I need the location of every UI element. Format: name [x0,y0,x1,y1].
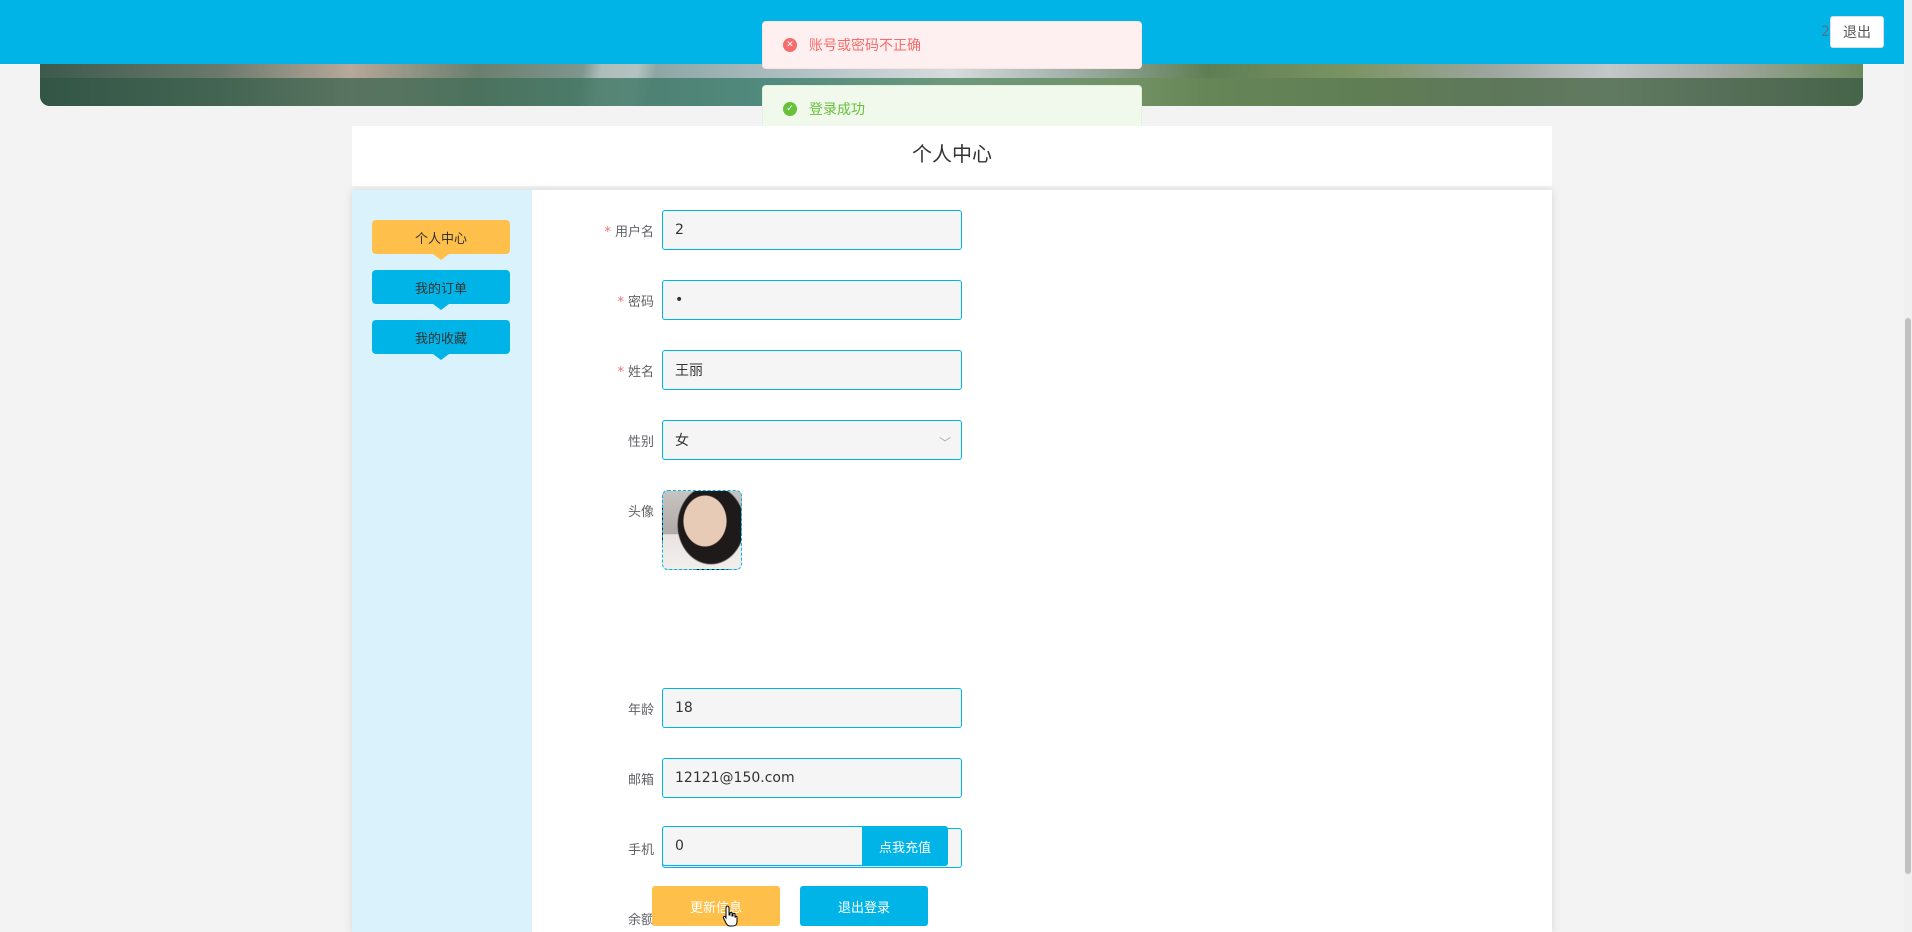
sidebar-item-favorites[interactable]: 我的收藏 [372,320,510,360]
required-mark: * [617,295,624,310]
username-input[interactable]: 2 [662,210,962,250]
header-logout-button[interactable]: 退出 [1830,16,1884,48]
age-label: 年龄 [627,703,654,718]
gender-selected-value: 女 [675,433,689,449]
password-label: * 密码 [617,295,654,310]
age-input[interactable]: 18 [662,688,962,728]
name-input[interactable]: 王丽 [662,350,962,390]
update-info-button[interactable]: 更新信息 [652,886,780,926]
username-label: * 用户名 [604,225,654,240]
name-label: * 姓名 [617,365,654,380]
success-toast-text: 登录成功 [809,102,865,118]
scrollbar-thumb[interactable] [1905,318,1911,874]
error-toast-text: 账号或密码不正确 [809,38,921,54]
balance-input[interactable]: 0 [662,826,862,866]
email-label: 邮箱 [627,773,654,788]
error-circle-icon: ✕ [783,38,797,52]
check-circle-icon: ✓ [783,102,797,116]
profile-card: 个人中心 我的订单 我的收藏 * 用户名 2 * 密码 • * 姓名 王丽 性别 女 … [352,190,1552,932]
balance-label: 余额 [627,913,654,928]
avatar-label: 头像 [627,505,654,520]
page-scrollbar[interactable] [1904,0,1912,932]
hand-cursor-icon [722,905,738,927]
sidebar-item-profile[interactable]: 个人中心 [372,220,510,260]
recharge-button[interactable]: 点我充值 [862,826,948,866]
gender-label: 性别 [627,435,654,450]
required-mark: * [617,365,624,380]
chevron-down-icon: ﹀ [938,436,951,450]
email-input[interactable]: 12121@150.com [662,758,962,798]
gender-select[interactable]: 女 ﹀ [662,420,962,460]
sidebar-item-orders[interactable]: 我的订单 [372,270,510,310]
error-toast: ✕ 账号或密码不正确 [762,21,1142,69]
page-title-panel: 个人中心 [352,126,1552,186]
avatar-upload[interactable] [662,490,742,570]
sidebar: 个人中心 我的订单 我的收藏 [352,190,532,932]
logout-button[interactable]: 退出登录 [800,886,928,926]
password-input[interactable]: • [662,280,962,320]
phone-label: 手机 [627,843,654,858]
current-username: 2 [1821,24,1830,40]
required-mark: * [604,225,611,240]
page-title: 个人中心 [912,142,992,166]
